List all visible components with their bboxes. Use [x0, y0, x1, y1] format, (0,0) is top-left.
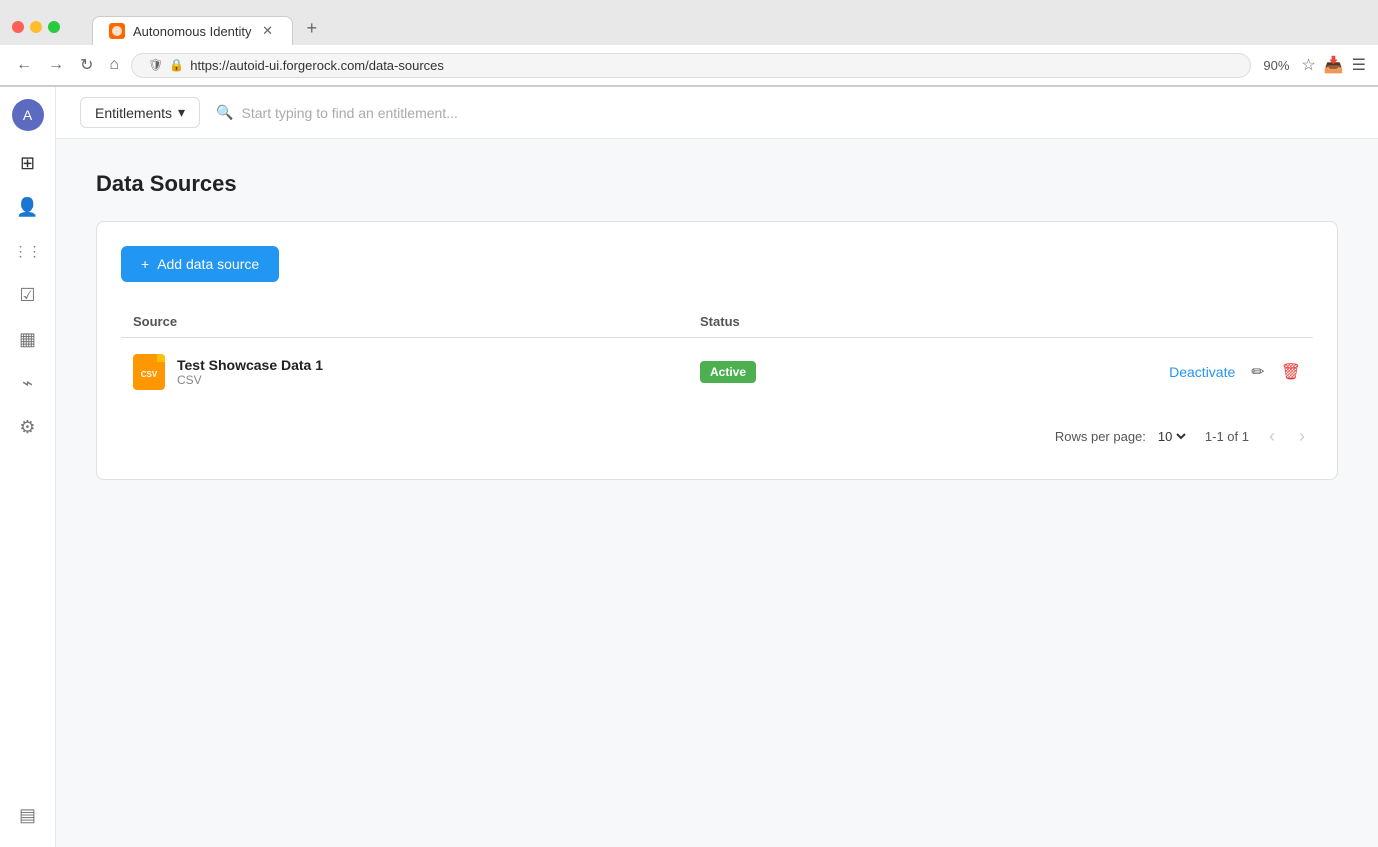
- next-page-button[interactable]: ›: [1295, 422, 1309, 451]
- search-bar[interactable]: 🔍 Start typing to find an entitlement...: [216, 104, 716, 121]
- top-nav: Entitlements ▾ 🔍 Start typing to find an…: [56, 87, 1378, 139]
- pagination: Rows per page: 10 25 50 1-1 of 1 ‹ ›: [121, 406, 1313, 455]
- extensions-icon: ☰: [1352, 55, 1366, 75]
- data-icon: ▦: [19, 329, 36, 350]
- zoom-level[interactable]: 90%: [1259, 54, 1293, 77]
- page-info: 1-1 of 1: [1205, 429, 1249, 444]
- forward-button[interactable]: →: [44, 52, 68, 78]
- entitlements-dropdown[interactable]: Entitlements ▾: [80, 97, 200, 128]
- add-button-label: Add data source: [157, 256, 259, 272]
- plus-icon: +: [141, 256, 149, 272]
- table-row: CSV Test Showcase Data 1 CSV Active: [121, 338, 1313, 407]
- actions-column-header: [900, 306, 1313, 338]
- data-sources-table: Source Status: [121, 306, 1313, 406]
- table-header: Source Status: [121, 306, 1313, 338]
- status-badge: Active: [700, 361, 756, 383]
- tab-bar: Autonomous Identity ✕ +: [92, 12, 327, 45]
- page-content: Data Sources + Add data source Source St…: [56, 139, 1378, 847]
- rules-icon: ⌁: [22, 373, 33, 394]
- search-placeholder: Start typing to find an entitlement...: [242, 105, 458, 121]
- sidebar-item-users[interactable]: 👤: [8, 187, 48, 227]
- new-tab-button[interactable]: +: [297, 12, 328, 45]
- traffic-lights: [12, 21, 60, 33]
- sidebar-item-dashboard[interactable]: ⊞: [8, 143, 48, 183]
- data-sources-card: + Add data source Source Status: [96, 221, 1338, 480]
- table-view-icon: ▤: [19, 805, 36, 826]
- sidebar-bottom: ▤: [8, 795, 48, 835]
- source-column-header: Source: [121, 306, 688, 338]
- delete-button[interactable]: 🗑: [1281, 362, 1301, 382]
- edit-button[interactable]: ✏: [1251, 362, 1264, 382]
- deactivate-button[interactable]: Deactivate: [1169, 364, 1235, 380]
- status-cell: Active: [688, 338, 900, 407]
- sidebar-item-data[interactable]: ▦: [8, 319, 48, 359]
- search-icon: 🔍: [216, 104, 233, 121]
- entitlements-label: Entitlements: [95, 105, 172, 121]
- tab-title: Autonomous Identity: [133, 24, 252, 39]
- app-layout: A ⊞ 👤 ⋮⋮ ☑ ▦ ⌁ ⚙ ▤: [0, 87, 1378, 847]
- tab-favicon: [109, 23, 125, 39]
- prev-page-button[interactable]: ‹: [1265, 422, 1279, 451]
- minimize-button[interactable]: [30, 21, 42, 33]
- avatar[interactable]: A: [12, 99, 44, 131]
- shield-icon: 🛡: [148, 58, 163, 72]
- bookmark-button[interactable]: ☆: [1301, 55, 1315, 75]
- page-title: Data Sources: [96, 171, 1338, 197]
- lock-icon: 🔒: [169, 58, 184, 72]
- table-body: CSV Test Showcase Data 1 CSV Active: [121, 338, 1313, 407]
- url-bar[interactable]: 🛡 🔒 https://autoid-ui.forgerock.com/data…: [131, 53, 1251, 78]
- source-cell: CSV Test Showcase Data 1 CSV: [121, 338, 688, 407]
- title-bar: Autonomous Identity ✕ +: [0, 0, 1378, 45]
- tasks-icon: ☑: [19, 285, 35, 306]
- home-button[interactable]: ⌂: [105, 52, 123, 78]
- actions-cell: Deactivate ✏ 🗑: [900, 338, 1313, 407]
- browser-chrome: Autonomous Identity ✕ + ← → ↻ ⌂ 🛡 🔒 http…: [0, 0, 1378, 87]
- address-bar: ← → ↻ ⌂ 🛡 🔒 https://autoid-ui.forgerock.…: [0, 45, 1378, 86]
- source-type: CSV: [177, 373, 323, 387]
- back-button[interactable]: ←: [12, 52, 36, 78]
- apps-icon: ⋮⋮: [14, 243, 42, 260]
- active-tab[interactable]: Autonomous Identity ✕: [92, 16, 293, 45]
- main-content: Entitlements ▾ 🔍 Start typing to find an…: [56, 87, 1378, 847]
- toolbar-icons: 📥 ☰: [1324, 55, 1366, 75]
- source-name: Test Showcase Data 1: [177, 357, 323, 373]
- tab-close-button[interactable]: ✕: [260, 23, 276, 39]
- sidebar: A ⊞ 👤 ⋮⋮ ☑ ▦ ⌁ ⚙ ▤: [0, 87, 56, 847]
- sidebar-item-tasks[interactable]: ☑: [8, 275, 48, 315]
- users-icon: 👤: [16, 197, 38, 218]
- add-data-source-button[interactable]: + Add data source: [121, 246, 279, 282]
- sidebar-item-settings[interactable]: ⚙: [8, 407, 48, 447]
- sidebar-item-rules[interactable]: ⌁: [8, 363, 48, 403]
- url-text: https://autoid-ui.forgerock.com/data-sou…: [190, 58, 1234, 73]
- trash-icon: 🗑: [1281, 364, 1301, 381]
- pocket-icon: 📥: [1324, 55, 1344, 75]
- maximize-button[interactable]: [48, 21, 60, 33]
- close-button[interactable]: [12, 21, 24, 33]
- csv-file-icon: CSV: [133, 354, 165, 390]
- edit-icon: ✏: [1251, 364, 1264, 381]
- chevron-down-icon: ▾: [178, 104, 185, 121]
- sidebar-item-table-view[interactable]: ▤: [8, 795, 48, 835]
- rows-per-page-label: Rows per page:: [1055, 429, 1146, 444]
- sidebar-item-apps[interactable]: ⋮⋮: [8, 231, 48, 271]
- reload-button[interactable]: ↻: [76, 51, 97, 79]
- settings-icon: ⚙: [19, 417, 35, 438]
- rows-per-page-select[interactable]: 10 25 50: [1154, 428, 1189, 445]
- rows-per-page: Rows per page: 10 25 50: [1055, 428, 1189, 445]
- dashboard-icon: ⊞: [20, 153, 35, 174]
- status-column-header: Status: [688, 306, 900, 338]
